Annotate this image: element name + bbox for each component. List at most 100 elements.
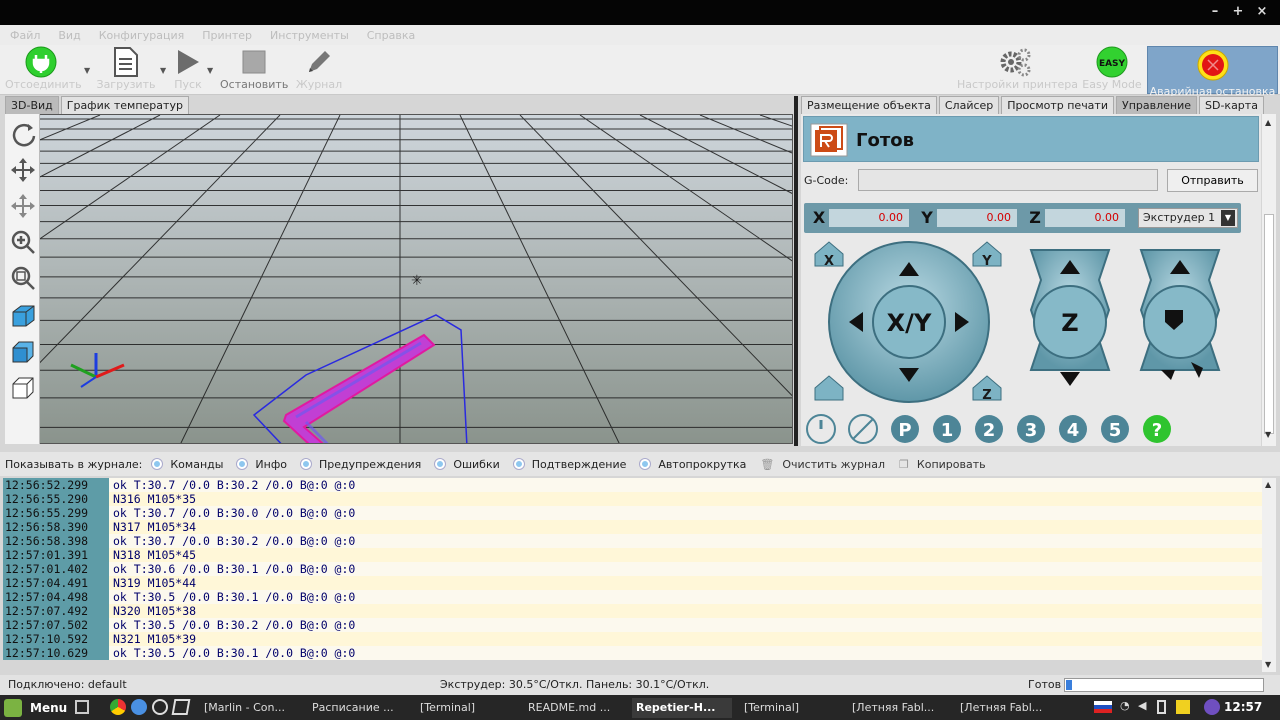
easy-mode-button[interactable]: EASY Easy Mode (1080, 45, 1144, 95)
language-flag-icon[interactable] (1094, 701, 1112, 713)
task-summer-fablab-2[interactable]: [Летняя Fabl... (956, 698, 1056, 718)
filter-info[interactable]: Инфо (237, 458, 287, 471)
copy-log-button[interactable]: ❐ Копировать (899, 458, 986, 471)
load-button[interactable]: Загрузить (96, 45, 156, 95)
filter-errors[interactable]: Ошибки (435, 458, 500, 471)
printer-status-header: Готов (803, 116, 1259, 162)
tab-temperature-graph[interactable]: График температур (60, 96, 189, 114)
preset-p-button[interactable]: P (891, 415, 919, 443)
help-button[interactable]: ? (1143, 415, 1171, 443)
svg-text:2: 2 (983, 420, 996, 441)
front-view-button[interactable] (7, 336, 38, 367)
volume-icon[interactable]: ◀ (1138, 699, 1146, 712)
move-object-button[interactable] (7, 190, 38, 221)
tab-control[interactable]: Управление (1115, 96, 1197, 114)
extruder-jog-pad[interactable] (1139, 249, 1221, 380)
preset-4-button[interactable]: 4 (1059, 415, 1087, 443)
panel-splitter[interactable] (794, 96, 798, 446)
iso-view-button[interactable] (7, 300, 38, 331)
task-marlin[interactable]: [Marlin - Con... (200, 698, 300, 718)
log-button[interactable]: Журнал (294, 45, 344, 95)
preset-5-button[interactable]: 5 (1101, 415, 1129, 443)
battery-icon[interactable] (1157, 700, 1166, 714)
filter-autoscroll[interactable]: Автопрокрутка (640, 458, 746, 471)
fan-off-button[interactable] (848, 414, 878, 444)
control-scrollbar[interactable]: ▲ ▼ (1262, 114, 1276, 446)
home-y-button[interactable]: Y (972, 241, 1002, 269)
filter-warnings[interactable]: Предупреждения (300, 458, 421, 471)
maximize-button[interactable]: + (1230, 4, 1246, 19)
menu-config[interactable]: Конфигурация (99, 29, 185, 42)
filter-commands[interactable]: Команды (152, 458, 223, 471)
menu-help[interactable]: Справка (367, 29, 415, 42)
menu-printer[interactable]: Принтер (202, 29, 252, 42)
tab-3d-view[interactable]: 3D-Вид (5, 96, 59, 114)
task-schedule[interactable]: Расписание ... (308, 698, 408, 718)
filter-ack[interactable]: Подтверждение (513, 458, 626, 471)
top-view-button[interactable] (7, 372, 38, 403)
notes-icon[interactable] (1176, 700, 1190, 714)
connection-status: Подключено: default (8, 678, 127, 691)
run-button[interactable]: Пуск (170, 45, 206, 95)
printer-settings-button[interactable]: Настройки принтера (957, 45, 1078, 95)
extruder-select[interactable]: Экструдер 1 ▼ (1138, 208, 1238, 228)
wifi-icon[interactable]: ◔ (1120, 699, 1130, 712)
rotate-view-button[interactable] (7, 118, 38, 149)
menu-view[interactable]: Вид (58, 29, 80, 42)
emergency-stop-button[interactable]: Аварийная остановка (1147, 46, 1278, 98)
clear-log-button[interactable]: 🗑 Очистить журнал (760, 458, 885, 471)
tab-object-placement[interactable]: Размещение объекта (801, 96, 937, 114)
task-terminal-2[interactable]: [Terminal] (740, 698, 840, 718)
3d-cube-icon[interactable] (171, 699, 191, 715)
preset-1-button[interactable]: 1 (933, 415, 961, 443)
home-all-button[interactable] (814, 375, 844, 401)
task-terminal-1[interactable]: [Terminal] (416, 698, 516, 718)
stop-button[interactable]: Остановить (220, 45, 288, 95)
load-dropdown-icon[interactable]: ▼ (160, 66, 166, 75)
home-x-button[interactable]: X (814, 241, 844, 269)
menu-tools[interactable]: Инструменты (270, 29, 349, 42)
send-gcode-button[interactable]: Отправить (1167, 169, 1258, 192)
gears-icon (1000, 48, 1031, 77)
task-readme[interactable]: README.md ... (524, 698, 624, 718)
minimize-button[interactable]: – (1207, 4, 1223, 19)
play-icon (178, 50, 199, 74)
preset-3-button[interactable]: 3 (1017, 415, 1045, 443)
timeshift-icon[interactable] (152, 699, 168, 715)
preset-2-button[interactable]: 2 (975, 415, 1003, 443)
log-filter-label: Показывать в журнале: (5, 457, 143, 471)
gcode-input[interactable] (858, 169, 1158, 191)
chrome-icon[interactable] (110, 699, 126, 715)
task-summer-fablab-1[interactable]: [Летняя Fabl... (848, 698, 948, 718)
move-view-button[interactable] (7, 154, 38, 185)
close-button[interactable]: × (1254, 4, 1270, 19)
tab-print-preview[interactable]: Просмотр печати (1001, 96, 1114, 114)
menu-file[interactable]: Файл (10, 29, 40, 42)
tab-sd-card[interactable]: SD-карта (1199, 96, 1264, 114)
log-timestamp: 12:57:10.592 (3, 632, 109, 646)
disconnect-dropdown-icon[interactable]: ▼ (84, 66, 90, 75)
disconnect-button[interactable]: Отсоединить (5, 45, 82, 95)
xy-jog-pad[interactable]: X/Y (828, 241, 990, 403)
log-list[interactable]: 12:56:52.299 ok T:30.7 /0.0 B:30.2 /0.0 B… (3, 478, 1262, 660)
zoom-button[interactable] (7, 226, 38, 257)
log-scrollbar[interactable]: ▲ ▼ (1262, 478, 1276, 672)
log-message: ok T:30.6 /0.0 B:30.1 /0.0 B@:0 @:0 (113, 562, 356, 576)
home-z-button[interactable]: Z (972, 375, 1002, 403)
fit-view-button[interactable] (7, 262, 38, 293)
log-message: N317 M105*34 (113, 520, 197, 534)
motors-power-button[interactable] (806, 414, 836, 444)
start-menu-button[interactable]: Menu (4, 698, 67, 718)
update-icon[interactable] (1204, 699, 1220, 715)
z-jog-pad[interactable]: Z (1029, 249, 1111, 386)
chromium-icon[interactable] (131, 699, 147, 715)
menu-bar: Файл Вид Конфигурация Принтер Инструмент… (0, 25, 1280, 45)
task-repetier[interactable]: Repetier-H... (632, 698, 732, 718)
gcode-label: G-Code: (804, 174, 849, 187)
3d-viewport[interactable]: ✳ (5, 114, 793, 444)
tab-slicer[interactable]: Слайсер (938, 96, 1000, 114)
run-dropdown-icon[interactable]: ▼ (207, 66, 213, 75)
show-desktop-icon[interactable] (75, 700, 89, 714)
bottom-control-buttons: P 1 2 3 4 5 ? (806, 414, 1171, 444)
log-message: N320 M105*38 (113, 604, 197, 618)
